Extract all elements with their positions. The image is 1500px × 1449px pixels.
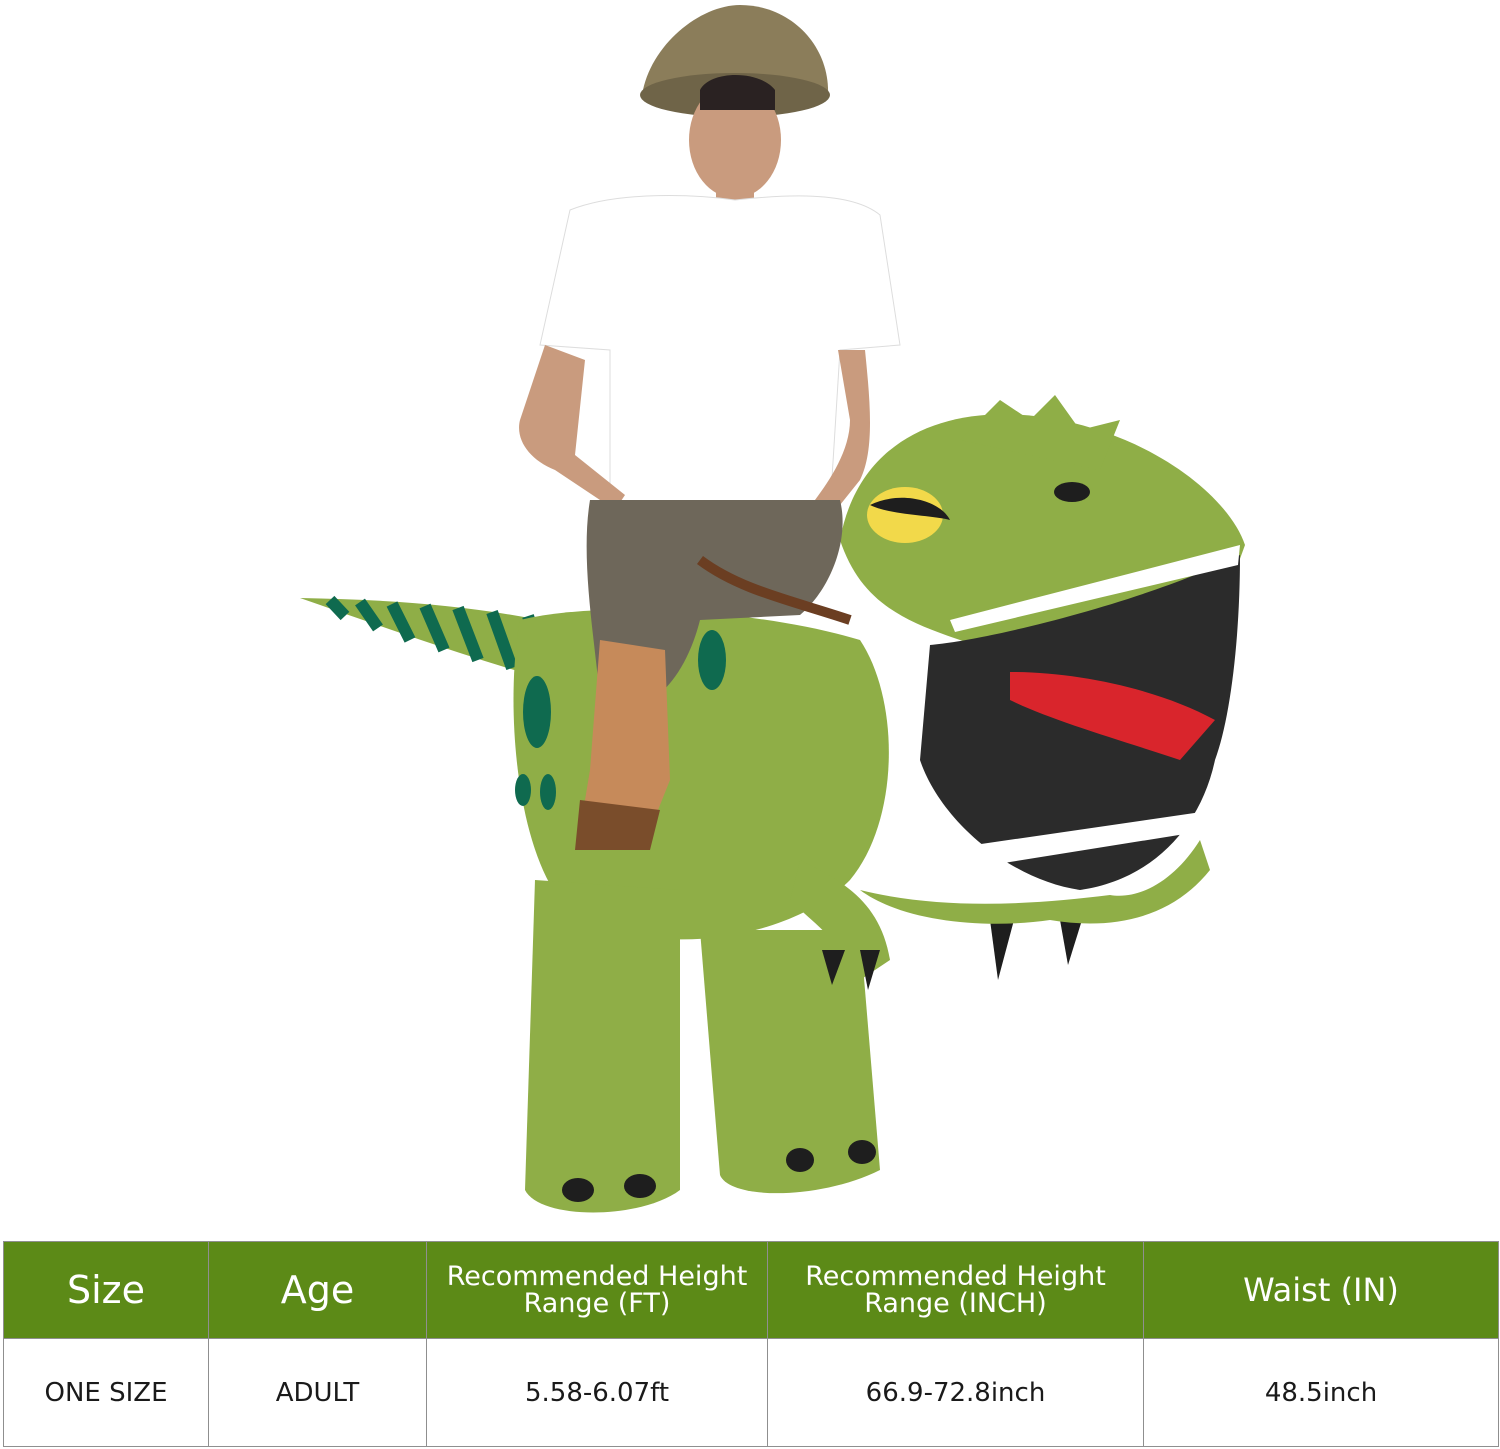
cell-size: ONE SIZE <box>3 1338 209 1447</box>
header-size: Size <box>3 1241 209 1339</box>
header-height-ft: Recommended Height Range (FT) <box>426 1241 768 1339</box>
header-age: Age <box>208 1241 427 1339</box>
cell-height-inch: 66.9-72.8inch <box>767 1338 1144 1447</box>
dino-head <box>840 395 1245 924</box>
cell-waist: 48.5inch <box>1143 1338 1499 1447</box>
header-waist: Waist (IN) <box>1143 1241 1499 1339</box>
size-chart-header-row: Size Age Recommended Height Range (FT) R… <box>3 1241 1499 1339</box>
size-chart-table: Size Age Recommended Height Range (FT) R… <box>3 1241 1499 1447</box>
cell-age: ADULT <box>208 1338 427 1447</box>
dino-arm <box>790 860 1082 990</box>
header-height-inch: Recommended Height Range (INCH) <box>767 1241 1144 1339</box>
product-image-page: Size Age Recommended Height Range (FT) R… <box>0 0 1500 1449</box>
costume-photo <box>300 5 1245 1213</box>
size-chart-row: ONE SIZE ADULT 5.58-6.07ft 66.9-72.8inch… <box>3 1338 1499 1447</box>
cell-height-ft: 5.58-6.07ft <box>426 1338 768 1447</box>
